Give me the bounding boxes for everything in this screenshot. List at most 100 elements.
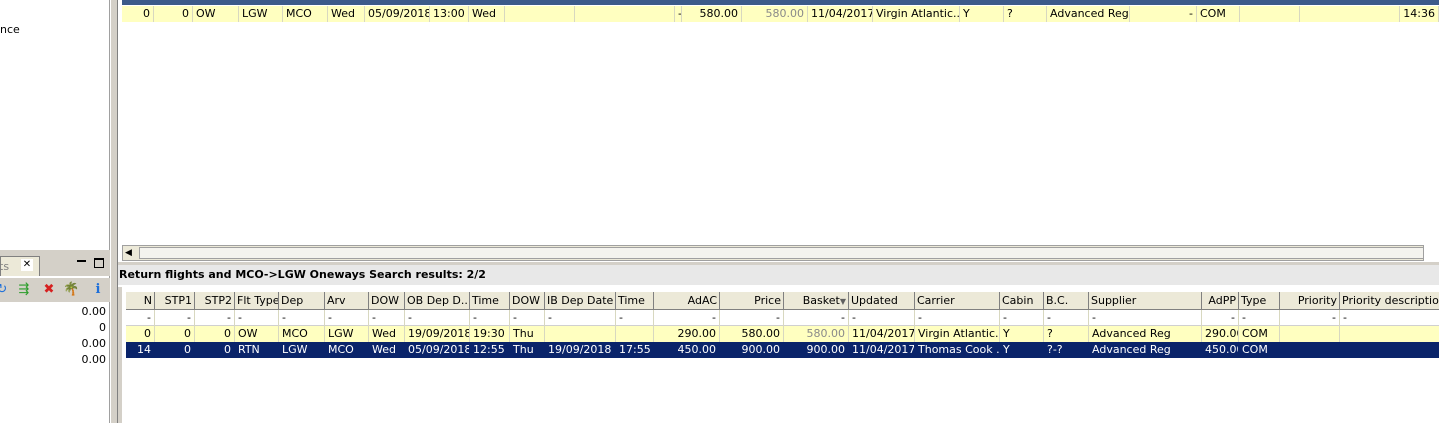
cell-9 bbox=[505, 6, 575, 22]
table-row[interactable]: 0 0 OW LGW MCO Wed 05/09/2018 13:00 Wed -580.00 58… bbox=[122, 6, 1439, 22]
cell-13: 580.00 bbox=[742, 6, 808, 22]
column-header-16[interactable]: Carrier bbox=[915, 292, 1000, 310]
column-header-9[interactable]: DOW bbox=[510, 292, 545, 310]
column-header-17[interactable]: Cabin bbox=[1000, 292, 1044, 310]
column-header-20[interactable]: AdPP bbox=[1202, 292, 1239, 310]
column-header-3[interactable]: Flt Type bbox=[235, 292, 279, 310]
cell-15: 11/04/2017 bbox=[849, 326, 915, 342]
refresh-icon[interactable]: ↻ bbox=[0, 282, 10, 298]
column-header-7[interactable]: OB Dep D... bbox=[405, 292, 470, 310]
filter-cell-2: - bbox=[195, 310, 235, 326]
scrollbar-thumb[interactable] bbox=[139, 247, 1424, 259]
column-header-5[interactable]: Arv bbox=[325, 292, 369, 310]
cell-18: ?-? bbox=[1044, 342, 1089, 358]
column-header-19[interactable]: Supplier bbox=[1089, 292, 1202, 310]
cell-6: Wed bbox=[369, 342, 405, 358]
vertical-splitter[interactable] bbox=[110, 0, 118, 423]
cell-5: Wed bbox=[328, 6, 365, 22]
left-tab[interactable]: ts ✕ bbox=[0, 256, 40, 276]
top-results-grid: 0 0 OW LGW MCO Wed 05/09/2018 13:00 Wed -580.00 58… bbox=[118, 0, 1439, 262]
value: 0 bbox=[99, 321, 106, 334]
cell-9: Thu bbox=[510, 342, 545, 358]
column-header-18[interactable]: B.C. bbox=[1044, 292, 1089, 310]
cell-0: 0 bbox=[122, 6, 154, 22]
cell-19: Advanced Reg bbox=[1089, 342, 1202, 358]
left-tree-panel: nce bbox=[0, 0, 110, 250]
filter-cell-4: - bbox=[279, 310, 325, 326]
column-header-11[interactable]: Time bbox=[616, 292, 654, 310]
cell-11 bbox=[616, 326, 654, 342]
cell-2: 0 bbox=[195, 342, 235, 358]
cell-1: 0 bbox=[155, 326, 195, 342]
filter-cell-11: - bbox=[616, 310, 654, 326]
close-icon[interactable]: ✕ bbox=[21, 259, 33, 271]
cell-23 bbox=[1340, 326, 1439, 342]
column-header-6[interactable]: DOW bbox=[369, 292, 405, 310]
column-header-8[interactable]: Time bbox=[470, 292, 510, 310]
filter-cell-7: - bbox=[405, 310, 470, 326]
cell-21 bbox=[1240, 6, 1300, 22]
cell-14: 900.00 bbox=[784, 342, 849, 358]
column-header-13[interactable]: Price bbox=[720, 292, 784, 310]
cell-20: COM bbox=[1197, 6, 1240, 22]
column-header-2[interactable]: STP2 bbox=[195, 292, 235, 310]
cell-12: 580.00 bbox=[679, 6, 742, 22]
cell-14: 580.00 bbox=[784, 326, 849, 342]
column-header-1[interactable]: STP1 bbox=[155, 292, 195, 310]
export-icon[interactable]: ⇶ bbox=[16, 282, 32, 298]
cell-5: LGW bbox=[325, 326, 369, 342]
cell-15: Virgin Atlantic... bbox=[873, 6, 960, 22]
cell-11: 17:55 bbox=[616, 342, 654, 358]
filter-cell-13: - bbox=[720, 310, 784, 326]
filter-cell-19: - bbox=[1089, 310, 1202, 326]
cell-19: Advanced Reg bbox=[1089, 326, 1202, 342]
cell-12: 450.00 bbox=[654, 342, 720, 358]
left-summary-panel: ts ✕ ↻ ⇶ ✖ 🌴 i 0.00 0 0.00 0.00 bbox=[0, 254, 110, 423]
scroll-left-icon[interactable]: ◀ bbox=[125, 248, 132, 258]
column-header-10[interactable]: IB Dep Date bbox=[545, 292, 616, 310]
horizontal-scrollbar[interactable]: ◀ bbox=[122, 245, 1424, 261]
filter-cell-6: - bbox=[369, 310, 405, 326]
cell-6: Wed bbox=[369, 326, 405, 342]
selected-row-strip[interactable] bbox=[122, 0, 1439, 5]
cell-23: 14:36 bbox=[1400, 6, 1439, 22]
cell-4: MCO bbox=[283, 6, 328, 22]
minimize-icon[interactable] bbox=[77, 260, 86, 269]
filter-cell-18: - bbox=[1044, 310, 1089, 326]
filter-row[interactable]: ------------------------ bbox=[126, 310, 1439, 326]
filter-cell-12: - bbox=[654, 310, 720, 326]
palm-tree-icon[interactable]: 🌴 bbox=[63, 282, 79, 298]
info-icon[interactable]: i bbox=[90, 282, 106, 298]
filter-cell-10: - bbox=[545, 310, 616, 326]
column-header-4[interactable]: Dep bbox=[279, 292, 325, 310]
cell-4: LGW bbox=[279, 342, 325, 358]
results-title: Return flights and MCO->LGW Oneways Sear… bbox=[118, 265, 1439, 285]
cell-7: 13:00 bbox=[430, 6, 469, 22]
value: 0.00 bbox=[81, 305, 107, 318]
sort-desc-icon: ▼ bbox=[839, 297, 846, 306]
column-header-22[interactable]: Priority bbox=[1280, 292, 1340, 310]
left-toolbar: ↻ ⇶ ✖ 🌴 i bbox=[0, 278, 110, 302]
left-tab-label: ts bbox=[0, 260, 10, 273]
cell-18: ? bbox=[1044, 326, 1089, 342]
table-row-selected[interactable]: 14 0 0 RTN LGW MCO Wed 05/09/2018 12:55 Thu 19/09/… bbox=[126, 342, 1439, 358]
column-header-15[interactable]: Updated bbox=[849, 292, 915, 310]
cell-0: 0 bbox=[126, 326, 155, 342]
cell-19: - bbox=[1130, 6, 1197, 22]
cell-10: 19/09/2018 bbox=[545, 342, 616, 358]
column-header-0[interactable]: N bbox=[126, 292, 155, 310]
maximize-icon[interactable] bbox=[94, 258, 104, 268]
column-header-23[interactable]: Priority description bbox=[1340, 292, 1439, 310]
column-header-21[interactable]: Type bbox=[1239, 292, 1280, 310]
tree-item-text[interactable]: nce bbox=[0, 23, 20, 36]
column-header-12[interactable]: AdAC bbox=[654, 292, 720, 310]
column-header-14[interactable]: Basket▼ bbox=[784, 292, 849, 310]
cell-3: RTN bbox=[235, 342, 279, 358]
cell-4: MCO bbox=[279, 326, 325, 342]
cell-18: Advanced Reg bbox=[1047, 6, 1130, 22]
cell-20: 450.00 bbox=[1202, 342, 1239, 358]
cell-10 bbox=[545, 326, 616, 342]
delete-icon[interactable]: ✖ bbox=[41, 282, 57, 298]
table-row[interactable]: 0 0 0 OW MCO LGW Wed 19/09/2018 19:30 Thu 290.00 58… bbox=[126, 326, 1439, 342]
filter-cell-0: - bbox=[126, 310, 155, 326]
